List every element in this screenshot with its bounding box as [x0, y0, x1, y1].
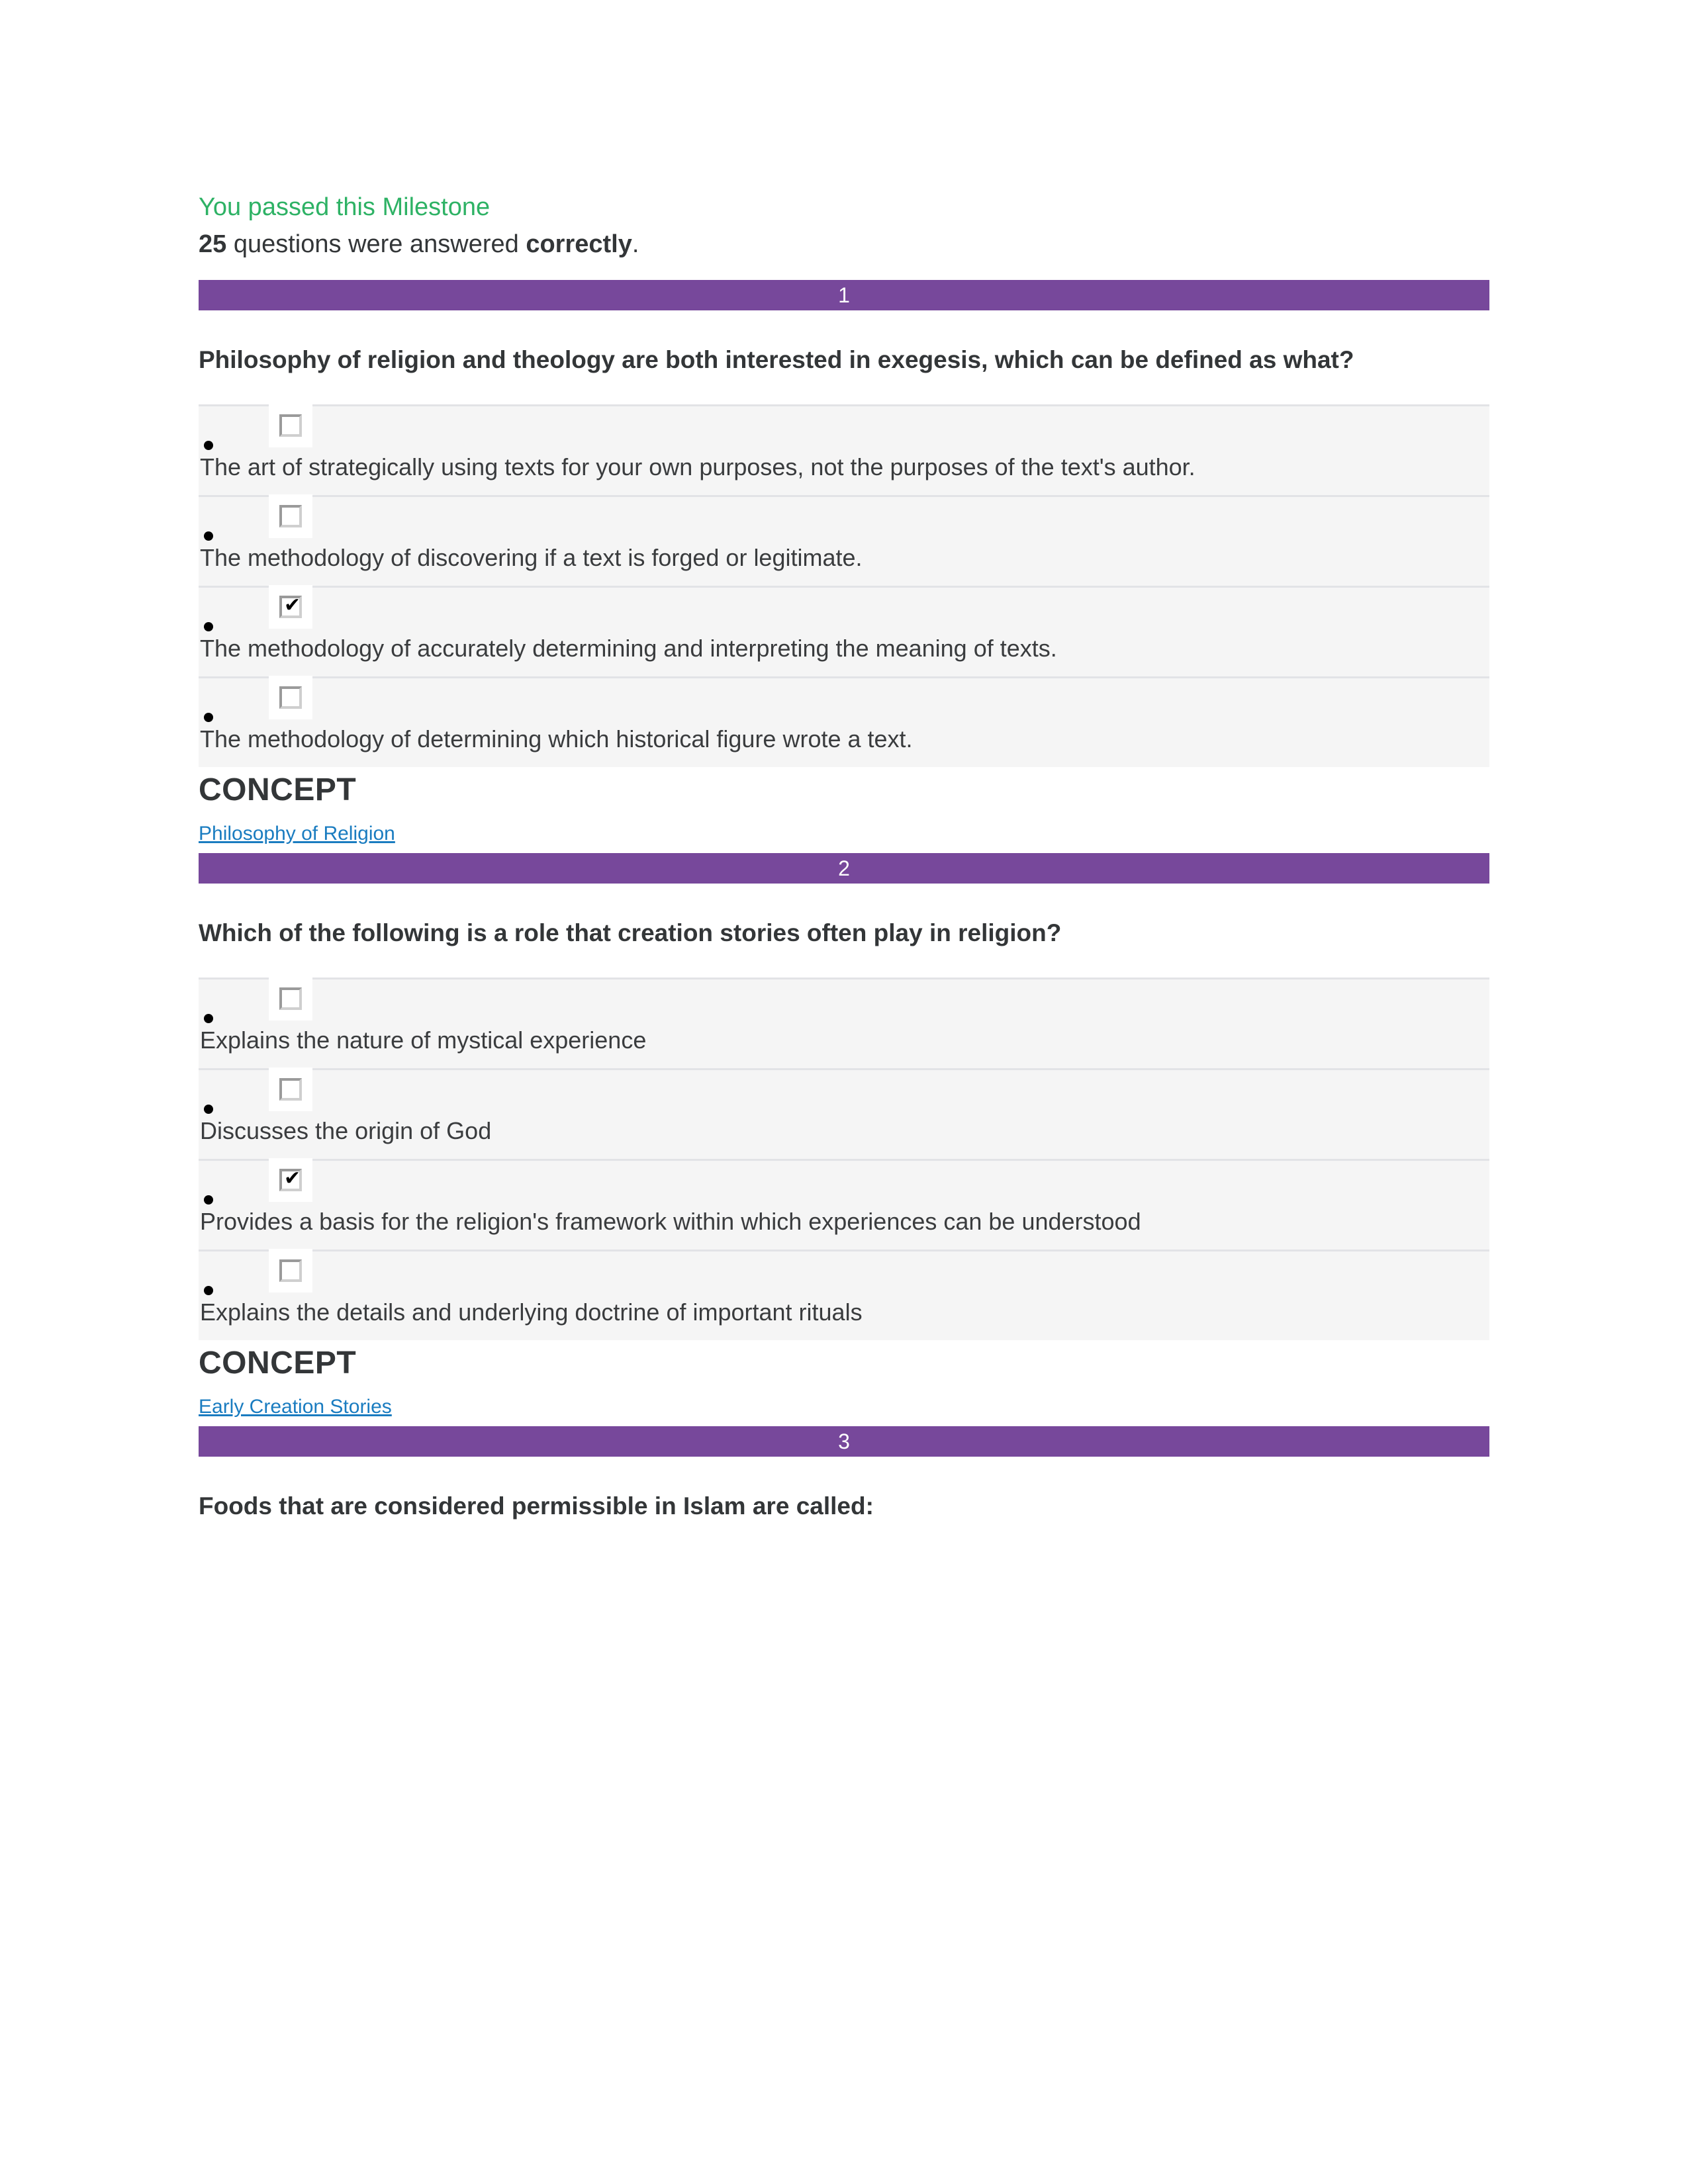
answer-option[interactable]: ✔ Explains the details and underlying doc…	[199, 1249, 1489, 1340]
checkbox-checked-icon[interactable]: ✔	[269, 585, 312, 629]
checkbox-unchecked-icon[interactable]: ✔	[269, 1068, 312, 1111]
question-prompt: Foods that are considered permissible in…	[199, 1492, 874, 1520]
checkbox-cell: ✔	[199, 494, 1489, 539]
pass-message: You passed this Milestone	[199, 193, 491, 221]
bullet-icon	[204, 1105, 213, 1114]
answer-option[interactable]: ✔ Provides a basis for the religion's fra…	[199, 1158, 1489, 1250]
check-mark-icon: ✔	[284, 1167, 301, 1190]
checkbox-unchecked-icon[interactable]: ✔	[269, 977, 312, 1021]
bullet-icon	[204, 1195, 213, 1205]
checkbox-cell: ✔	[199, 676, 1489, 721]
question-prompt: Which of the following is a role that cr…	[199, 919, 1062, 946]
checkbox-checked-icon[interactable]: ✔	[269, 1158, 312, 1202]
checkbox-unchecked-icon[interactable]: ✔	[269, 404, 312, 447]
check-mark-icon: ✔	[284, 594, 301, 617]
question-number-bar: 1	[199, 280, 1489, 310]
answer-option[interactable]: ✔ The methodology of accurately determini…	[199, 585, 1489, 676]
answer-option-label: The methodology of accurately determinin…	[200, 635, 1057, 662]
answer-option-label: Explains the nature of mystical experien…	[200, 1026, 647, 1054]
summary-correctly-word: correctly	[526, 230, 632, 258]
bullet-icon	[204, 531, 213, 541]
question-block: 2 Which of the following is a role that c…	[199, 853, 1489, 1426]
answer-option-label: Provides a basis for the religion's fram…	[200, 1208, 1141, 1235]
questions-list: 1 Philosophy of religion and theology are…	[199, 280, 1489, 1524]
bullet-icon	[204, 1014, 213, 1023]
concept-heading: CONCEPT	[199, 772, 357, 807]
checkbox-cell: ✔	[199, 977, 1489, 1022]
milestone-results-page: You passed this Milestone 25 questions w…	[0, 0, 1688, 2184]
answer-option-label: The methodology of determining which his…	[200, 725, 913, 752]
answer-option[interactable]: ✔ The methodology of discovering if a tex…	[199, 494, 1489, 586]
summary-period: .	[632, 230, 639, 258]
checkbox-unchecked-icon[interactable]: ✔	[269, 494, 312, 538]
concept-link[interactable]: Philosophy of Religion	[199, 820, 395, 848]
answer-option-label: Discusses the origin of God	[200, 1117, 492, 1144]
answer-option[interactable]: ✔ The methodology of determining which hi…	[199, 676, 1489, 767]
checkbox-cell: ✔	[199, 1249, 1489, 1294]
answered-summary: 25 questions were answered correctly.	[199, 226, 1489, 263]
question-prompt: Philosophy of religion and theology are …	[199, 346, 1354, 373]
question-number-bar: 3	[199, 1426, 1489, 1457]
question-block: 1 Philosophy of religion and theology are…	[199, 280, 1489, 853]
answer-options: ✔ The art of strategically using texts fo…	[199, 404, 1489, 767]
concept-heading: CONCEPT	[199, 1345, 357, 1381]
question-block: 3 Foods that are considered permissible i…	[199, 1426, 1489, 1524]
bullet-icon	[204, 622, 213, 631]
checkbox-cell: ✔	[199, 585, 1489, 630]
question-number-bar: 2	[199, 853, 1489, 884]
answer-option[interactable]: ✔ The art of strategically using texts fo…	[199, 404, 1489, 495]
correct-count: 25	[199, 230, 227, 258]
checkbox-unchecked-icon[interactable]: ✔	[269, 1249, 312, 1293]
answer-options: ✔ Explains the nature of mystical experie…	[199, 977, 1489, 1340]
checkbox-unchecked-icon[interactable]: ✔	[269, 676, 312, 719]
bullet-icon	[204, 441, 213, 450]
content-column: You passed this Milestone 25 questions w…	[199, 189, 1489, 1524]
checkbox-cell: ✔	[199, 404, 1489, 449]
checkbox-cell: ✔	[199, 1068, 1489, 1113]
concept-link[interactable]: Early Creation Stories	[199, 1393, 392, 1421]
bullet-icon	[204, 713, 213, 722]
answer-option-label: Explains the details and underlying doct…	[200, 1298, 863, 1326]
answer-option[interactable]: ✔ Explains the nature of mystical experie…	[199, 977, 1489, 1068]
result-header: You passed this Milestone 25 questions w…	[199, 189, 1489, 263]
summary-mid-text: questions were answered	[226, 230, 526, 258]
answer-option[interactable]: ✔ Discusses the origin of God	[199, 1068, 1489, 1159]
bullet-icon	[204, 1286, 213, 1295]
answer-option-label: The methodology of discovering if a text…	[200, 544, 863, 571]
answer-option-label: The art of strategically using texts for…	[200, 453, 1196, 480]
checkbox-cell: ✔	[199, 1158, 1489, 1203]
